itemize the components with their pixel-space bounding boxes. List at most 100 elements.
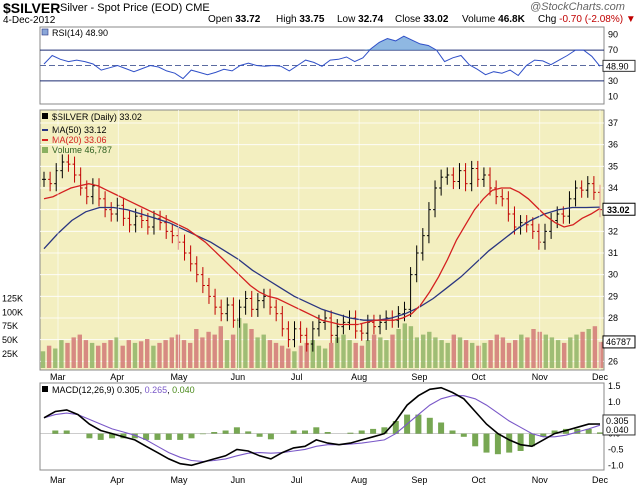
volume-bar xyxy=(421,334,426,368)
stock-chart[interactable]: 907050301048.90RSI(14) 48.90373635343332… xyxy=(0,0,640,485)
volume-bar xyxy=(500,337,506,368)
price-panel xyxy=(39,109,605,371)
month-label: Dec xyxy=(592,372,609,382)
volume-bar xyxy=(255,337,260,368)
volume-bar xyxy=(322,348,328,368)
macd-histogram-bar xyxy=(460,433,467,437)
month-label: Mar xyxy=(50,372,66,382)
macd-legend-macd: 0.305 xyxy=(117,385,140,395)
volume-bar xyxy=(273,342,279,368)
month-label: Nov xyxy=(532,372,549,382)
macd-histogram-bar xyxy=(188,433,195,439)
volume-bar xyxy=(353,342,358,368)
volume-bar xyxy=(77,334,82,368)
macd-legend-signal: 0.265 xyxy=(145,385,168,395)
volume-bar xyxy=(543,334,548,368)
price-tick-label: 31 xyxy=(608,248,618,258)
macd-histogram-bar xyxy=(426,417,433,434)
volume-bar xyxy=(71,337,76,368)
last-price-label: 33.02 xyxy=(607,205,630,215)
volume-tick-label: 50K xyxy=(2,335,18,345)
volume-tick-label: 25K xyxy=(2,349,18,359)
volume-tick-label: 125K xyxy=(2,293,23,303)
ma20-legend: MA(20) 33.06 xyxy=(52,135,107,145)
volume-bar xyxy=(230,334,236,368)
volume-bar xyxy=(494,334,499,368)
macd-histogram-bar xyxy=(211,432,218,434)
macd-histogram-bar xyxy=(438,422,445,434)
volume-bar xyxy=(188,342,193,368)
macd-histogram-bar xyxy=(494,433,501,455)
macd-histogram-bar xyxy=(370,428,377,434)
macd-histogram-bar xyxy=(222,430,229,434)
volume-bar xyxy=(132,342,138,368)
price-tick-label: 37 xyxy=(608,118,618,128)
month-label: Oct xyxy=(472,372,487,382)
volume-legend: Volume 46,787 xyxy=(52,145,112,155)
macd-histogram-bar xyxy=(256,433,263,437)
volume-bar xyxy=(433,337,438,368)
volume-bar xyxy=(59,340,64,368)
volume-bar xyxy=(580,331,585,368)
last-volume-label: 46787 xyxy=(606,337,631,347)
volume-tick-label: 75K xyxy=(2,321,18,331)
month-label-bottom: Sep xyxy=(411,475,427,485)
volume-bar xyxy=(390,334,395,368)
month-label-bottom: Jun xyxy=(231,475,246,485)
rsi-tick-label: 90 xyxy=(608,30,618,40)
macd-tick-label: 1.0 xyxy=(608,397,621,407)
volume-bar xyxy=(445,342,450,368)
volume-bar xyxy=(138,341,144,368)
price-legend-swatch xyxy=(42,113,48,119)
month-label-bottom: May xyxy=(170,475,188,485)
volume-bar xyxy=(371,334,377,368)
rsi-tick-label: 10 xyxy=(608,91,618,101)
macd-legend-swatch xyxy=(42,386,48,392)
volume-bar xyxy=(549,337,555,368)
rsi-tick-label: 70 xyxy=(608,45,618,55)
volume-bar xyxy=(286,348,291,368)
volume-bar xyxy=(574,334,579,368)
macd-histogram-bar xyxy=(302,430,308,434)
macd-histogram-bar xyxy=(52,430,59,434)
macd-histogram-bar xyxy=(472,433,479,447)
macd-histogram-bar xyxy=(506,433,513,453)
volume-bar xyxy=(65,342,70,368)
volume-bar xyxy=(108,340,113,368)
volume-bar xyxy=(519,334,524,368)
macd-histogram-bar xyxy=(313,427,320,434)
macd-histogram-bar xyxy=(415,414,422,434)
price-tick-label: 28 xyxy=(608,313,618,323)
volume-bar xyxy=(267,340,273,368)
volume-bar xyxy=(525,337,530,368)
macd-histogram-bar xyxy=(449,430,456,434)
volume-bar xyxy=(414,337,420,368)
volume-bar xyxy=(126,340,131,368)
volume-bar xyxy=(470,342,475,368)
volume-bar xyxy=(592,326,598,368)
price-tick-label: 30 xyxy=(608,270,618,280)
volume-bar xyxy=(175,334,181,368)
macd-histogram-bar xyxy=(347,432,354,434)
macd-tick-label: -0.5 xyxy=(608,444,624,454)
volume-bar xyxy=(96,345,101,368)
macd-histogram-bar xyxy=(97,433,104,440)
volume-bar xyxy=(181,340,187,368)
month-label-bottom: Apr xyxy=(110,475,124,485)
macd-hist-last-label: 0.040 xyxy=(606,425,629,435)
volume-bar xyxy=(120,345,125,368)
volume-bar xyxy=(396,329,401,368)
rsi-legend: RSI(14) 48.90 xyxy=(52,28,108,38)
ma50-legend: MA(50) 33.12 xyxy=(52,125,107,135)
macd-histogram-bar xyxy=(290,430,297,434)
rsi-tick-label: 30 xyxy=(608,76,618,86)
macd-tick-label: -1.0 xyxy=(608,460,624,470)
volume-bar xyxy=(83,340,89,368)
macd-histogram-bar xyxy=(177,433,184,440)
macd-legend: MACD(12,26,9) 0.305, 0.265, 0.040 xyxy=(52,385,195,395)
macd-histogram-bar xyxy=(63,430,70,434)
macd-legend-hist: 0.040 xyxy=(172,385,195,395)
volume-bar xyxy=(463,340,469,368)
month-label: Apr xyxy=(110,372,124,382)
price-tick-label: 34 xyxy=(608,183,618,193)
